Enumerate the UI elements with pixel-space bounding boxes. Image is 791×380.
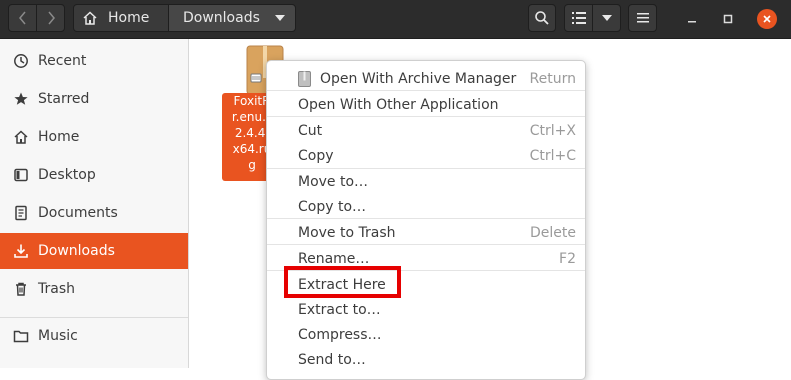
menu-item-label: Send to… xyxy=(298,351,366,368)
breadcrumb-current-label: Downloads xyxy=(183,10,260,26)
menu-item-move-to-trash[interactable]: Move to Trash Delete xyxy=(267,220,585,245)
menu-item-accel: Return xyxy=(529,70,576,87)
sidebar-item-home[interactable]: Home xyxy=(0,119,188,155)
dropdown-triangle-icon xyxy=(601,14,612,21)
breadcrumb-current[interactable]: Downloads xyxy=(168,4,296,32)
menu-item-label: Cut xyxy=(298,122,323,139)
menu-item-send-to[interactable]: Send to… xyxy=(267,347,585,372)
trash-icon xyxy=(12,280,30,298)
menu-item-copy[interactable]: Copy Ctrl+C xyxy=(267,143,585,168)
menu-item-move-to[interactable]: Move to… xyxy=(267,169,585,194)
sidebar-item-label: Downloads xyxy=(38,243,115,259)
menu-item-open-with-other-application[interactable]: Open With Other Application xyxy=(267,92,585,117)
sidebar-item-music[interactable]: Music xyxy=(0,318,188,354)
menu-item-label: Extract Here xyxy=(298,276,386,293)
menu-button[interactable] xyxy=(628,4,657,32)
dropdown-triangle-icon xyxy=(275,15,285,21)
breadcrumb-home[interactable]: Home xyxy=(73,4,169,32)
sidebar-item-label: Music xyxy=(38,328,78,344)
sidebar-item-label: Starred xyxy=(38,91,90,107)
search-button[interactable] xyxy=(528,4,556,32)
menu-item-accel: Ctrl+X xyxy=(529,122,576,139)
sidebar-item-label: Recent xyxy=(38,53,87,69)
sidebar-item-recent[interactable]: Recent xyxy=(0,43,188,79)
menu-item-compress[interactable]: Compress… xyxy=(267,322,585,347)
search-icon xyxy=(535,11,549,25)
menu-item-cut[interactable]: Cut Ctrl+X xyxy=(267,118,585,143)
menu-item-label: Move to Trash xyxy=(298,224,396,241)
menu-item-open-with-archive-manager[interactable]: Open With Archive Manager Return xyxy=(267,66,585,91)
archive-manager-icon xyxy=(298,70,311,87)
forward-button[interactable] xyxy=(36,4,65,32)
menu-item-extract-here[interactable]: Extract Here xyxy=(267,272,585,297)
folder-icon xyxy=(12,327,30,345)
menu-item-label: Copy to… xyxy=(298,198,367,215)
menu-item-accel: Ctrl+C xyxy=(529,147,576,164)
menu-item-accel: F2 xyxy=(559,250,576,267)
view-options-button[interactable] xyxy=(592,4,621,32)
sidebar-item-label: Trash xyxy=(38,281,75,297)
menu-item-label: Open With Archive Manager xyxy=(320,70,517,87)
menu-item-label: Copy xyxy=(298,147,334,164)
sidebar: Recent Starred Home Desktop Documents Do… xyxy=(0,39,189,368)
sidebar-item-label: Desktop xyxy=(38,167,96,183)
menu-item-label: Move to… xyxy=(298,173,369,190)
sidebar-item-downloads[interactable]: Downloads xyxy=(0,233,188,269)
header-bar: Home Downloads xyxy=(0,0,791,39)
list-view-icon xyxy=(571,12,586,24)
menu-item-rename[interactable]: Rename… F2 xyxy=(267,246,585,271)
sidebar-item-documents[interactable]: Documents xyxy=(0,195,188,231)
star-icon xyxy=(12,90,30,108)
menu-separator xyxy=(267,218,585,219)
desktop-icon xyxy=(12,166,30,184)
menu-item-accel: Delete xyxy=(530,224,576,241)
document-icon xyxy=(12,204,30,222)
maximize-button[interactable] xyxy=(718,9,738,29)
sidebar-item-label: Home xyxy=(38,129,80,145)
close-button[interactable] xyxy=(757,9,777,29)
menu-separator xyxy=(267,244,585,245)
download-icon xyxy=(12,242,30,260)
menu-item-copy-to[interactable]: Copy to… xyxy=(267,194,585,219)
sidebar-item-trash[interactable]: Trash xyxy=(0,271,188,307)
home-icon xyxy=(83,11,97,25)
menu-item-extract-to[interactable]: Extract to… xyxy=(267,297,585,322)
minimize-icon xyxy=(688,21,696,23)
close-icon xyxy=(763,15,771,23)
menu-item-label: Extract to… xyxy=(298,301,381,318)
context-menu: Open With Archive Manager Return Open Wi… xyxy=(266,60,586,380)
menu-separator xyxy=(267,116,585,117)
menu-item-label: Compress… xyxy=(298,326,382,343)
menu-separator xyxy=(267,90,585,91)
clock-icon xyxy=(12,52,30,70)
home-icon xyxy=(12,128,30,146)
chevron-right-icon xyxy=(47,11,55,25)
back-button[interactable] xyxy=(8,4,37,32)
chevron-left-icon xyxy=(18,11,26,25)
menu-item-label: Rename… xyxy=(298,250,370,267)
menu-item-label: Open With Other Application xyxy=(298,96,499,113)
menu-separator xyxy=(267,270,585,271)
maximize-icon xyxy=(723,14,733,24)
breadcrumb-home-label: Home xyxy=(108,10,150,26)
sidebar-item-starred[interactable]: Starred xyxy=(0,81,188,117)
sidebar-item-desktop[interactable]: Desktop xyxy=(0,157,188,193)
hamburger-icon xyxy=(636,13,649,23)
sidebar-item-label: Documents xyxy=(38,205,118,221)
minimize-button[interactable] xyxy=(682,9,702,29)
list-view-button[interactable] xyxy=(564,4,593,32)
